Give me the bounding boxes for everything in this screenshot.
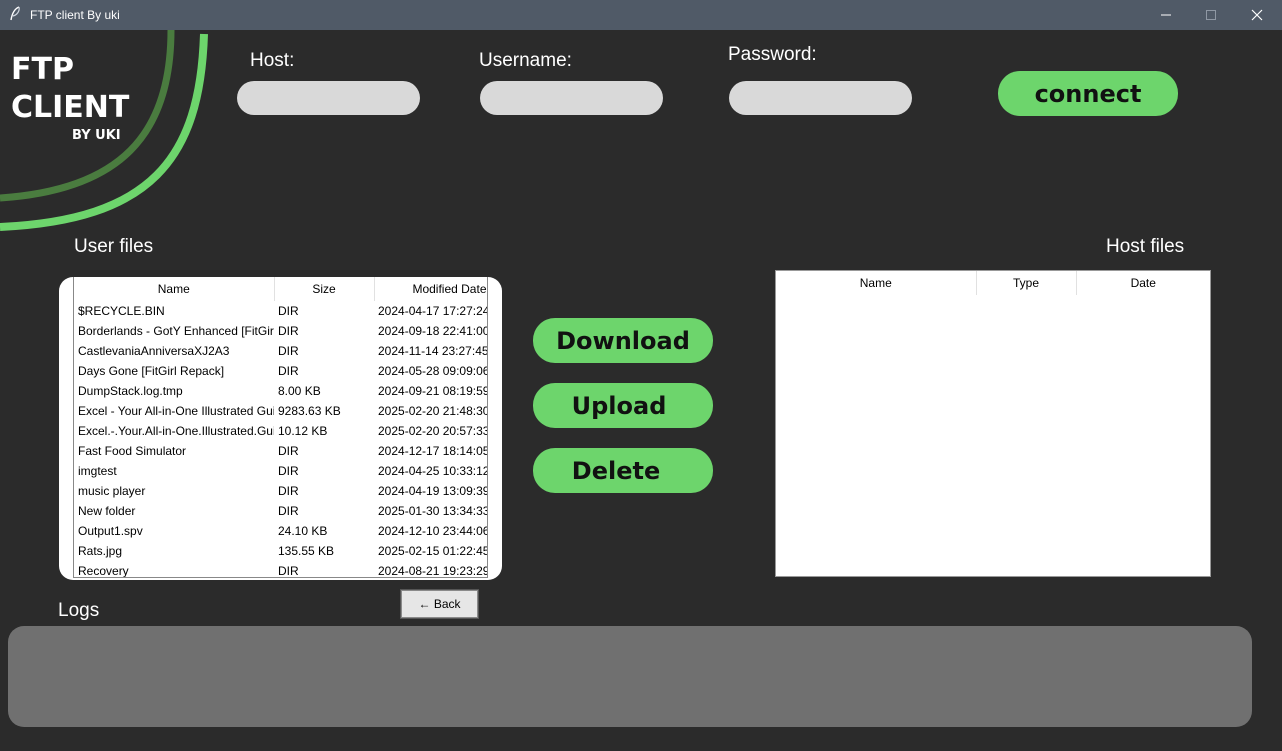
file-size-cell: DIR bbox=[278, 504, 299, 518]
file-name-cell: Days Gone [FitGirl Repack] bbox=[78, 364, 225, 378]
password-label: Password: bbox=[728, 44, 817, 65]
file-size-cell: 8.00 KB bbox=[278, 384, 321, 398]
file-name-cell: CastlevaniaAnniversaXJ2A3 bbox=[78, 344, 230, 358]
column-header-name[interactable]: Name bbox=[74, 277, 275, 301]
table-row[interactable]: Output1.spv 24.10 KB 2024-12-10 23:44:06 bbox=[74, 521, 487, 541]
window-title: FTP client By uki bbox=[30, 8, 120, 22]
file-size-cell: DIR bbox=[278, 444, 299, 458]
file-size-cell: DIR bbox=[278, 364, 299, 378]
user-files-panel: Name Size Modified Date $RECYCLE.BIN DIR 2… bbox=[59, 277, 502, 580]
column-header-date[interactable]: Date bbox=[1076, 271, 1210, 295]
logo-title-ftp: FTP bbox=[11, 52, 74, 87]
feather-icon bbox=[8, 6, 22, 22]
host-files-label: Host files bbox=[1106, 236, 1185, 257]
file-name-cell: Borderlands - GotY Enhanced [FitGirl Rep… bbox=[78, 324, 274, 338]
table-row[interactable]: music player DIR 2024-04-19 13:09:39 bbox=[74, 481, 487, 501]
table-row[interactable]: CastlevaniaAnniversaXJ2A3 DIR 2024-11-14 2… bbox=[74, 341, 487, 361]
table-row[interactable]: Excel - Your All-in-One Illustrated Guid… bbox=[74, 401, 487, 421]
file-date-cell: 2024-09-21 08:19:59 bbox=[378, 384, 487, 398]
table-row[interactable]: Fast Food Simulator DIR 2024-12-17 18:14:0… bbox=[74, 441, 487, 461]
logo-byline: BY UKI bbox=[72, 128, 121, 143]
file-name-cell: New folder bbox=[78, 504, 136, 518]
file-date-cell: 2025-01-30 13:34:33 bbox=[378, 504, 487, 518]
file-name-cell: Rats.jpg bbox=[78, 544, 123, 558]
host-label: Host: bbox=[250, 50, 295, 71]
file-date-cell: 2024-04-17 17:27:24 bbox=[378, 304, 487, 318]
file-size-cell: DIR bbox=[278, 324, 299, 338]
logs-textbox[interactable] bbox=[8, 626, 1252, 727]
main-window: FTP CLIENT BY UKI Host: Username: Passwo… bbox=[0, 30, 1282, 751]
file-size-cell: 9283.63 KB bbox=[278, 404, 341, 418]
host-files-table: Name Type Date bbox=[776, 271, 1210, 295]
host-input[interactable] bbox=[237, 81, 420, 115]
file-name-cell: Excel.-.Your.All-in-One.Illustrated.Guid… bbox=[78, 424, 274, 438]
title-bar: FTP client By uki bbox=[0, 0, 1282, 30]
username-input[interactable] bbox=[480, 81, 663, 115]
back-button[interactable]: ← Back bbox=[400, 589, 479, 619]
file-name-cell: music player bbox=[78, 484, 146, 498]
table-row[interactable]: Borderlands - GotY Enhanced [FitGirl Rep… bbox=[74, 321, 487, 341]
file-size-cell: 10.12 KB bbox=[278, 424, 328, 438]
user-files-label: User files bbox=[74, 236, 154, 257]
file-date-cell: 2024-08-21 19:23:29 bbox=[378, 564, 487, 578]
file-date-cell: 2024-04-19 13:09:39 bbox=[378, 484, 487, 498]
column-header-size[interactable]: Size bbox=[274, 277, 375, 301]
user-files-tree[interactable]: Name Size Modified Date $RECYCLE.BIN DIR 2… bbox=[73, 277, 488, 578]
file-size-cell: DIR bbox=[278, 344, 299, 358]
logs-label: Logs bbox=[58, 600, 100, 621]
table-row[interactable]: Recovery DIR 2024-08-21 19:23:29 bbox=[74, 561, 487, 578]
user-files-header: Name Size Modified Date bbox=[74, 277, 487, 301]
close-button[interactable] bbox=[1234, 0, 1280, 30]
table-row[interactable]: Excel.-.Your.All-in-One.Illustrated.Guid… bbox=[74, 421, 487, 441]
minimize-button[interactable] bbox=[1143, 0, 1189, 30]
table-row[interactable]: Days Gone [FitGirl Repack] DIR 2024-05-28 … bbox=[74, 361, 487, 381]
table-row[interactable]: $RECYCLE.BIN DIR 2024-04-17 17:27:24 bbox=[74, 301, 487, 321]
logo-title-client: CLIENT bbox=[11, 90, 130, 125]
table-row[interactable]: New folder DIR 2025-01-30 13:34:33 bbox=[74, 501, 487, 521]
column-header-modified-date[interactable]: Modified Date bbox=[374, 277, 487, 301]
file-name-cell: imgtest bbox=[78, 464, 117, 478]
file-date-cell: 2024-11-14 23:27:45 bbox=[378, 344, 487, 358]
file-date-cell: 2024-09-18 22:41:00 bbox=[378, 324, 487, 338]
delete-button[interactable]: Delete bbox=[533, 448, 713, 493]
column-header-name[interactable]: Name bbox=[776, 271, 977, 295]
file-size-cell: DIR bbox=[278, 484, 299, 498]
file-size-cell: 135.55 KB bbox=[278, 544, 335, 558]
table-row[interactable]: DumpStack.log.tmp 8.00 KB 2024-09-21 08:19… bbox=[74, 381, 487, 401]
column-header-type[interactable]: Type bbox=[976, 271, 1077, 295]
file-size-cell: DIR bbox=[278, 464, 299, 478]
file-size-cell: DIR bbox=[278, 564, 299, 578]
file-date-cell: 2025-02-15 01:22:45 bbox=[378, 544, 487, 558]
maximize-icon bbox=[1206, 10, 1216, 20]
file-date-cell: 2024-05-28 09:09:06 bbox=[378, 364, 487, 378]
password-input[interactable] bbox=[729, 81, 912, 115]
file-size-cell: 24.10 KB bbox=[278, 524, 328, 538]
file-date-cell: 2024-12-17 18:14:05 bbox=[378, 444, 487, 458]
table-row[interactable]: Rats.jpg 135.55 KB 2025-02-15 01:22:45 bbox=[74, 541, 487, 561]
username-label: Username: bbox=[479, 50, 572, 71]
download-button[interactable]: Download bbox=[533, 318, 713, 363]
file-date-cell: 2024-04-25 10:33:12 bbox=[378, 464, 487, 478]
file-date-cell: 2025-02-20 21:48:30 bbox=[378, 404, 487, 418]
close-icon bbox=[1251, 9, 1263, 21]
table-row[interactable]: imgtest DIR 2024-04-25 10:33:12 bbox=[74, 461, 487, 481]
maximize-button[interactable] bbox=[1188, 0, 1234, 30]
file-name-cell: Recovery bbox=[78, 564, 129, 578]
connect-button[interactable]: connect bbox=[998, 71, 1178, 116]
file-name-cell: Fast Food Simulator bbox=[78, 444, 187, 458]
file-size-cell: DIR bbox=[278, 304, 299, 318]
file-name-cell: Output1.spv bbox=[78, 524, 143, 538]
file-name-cell: $RECYCLE.BIN bbox=[78, 304, 165, 318]
host-files-tree[interactable]: Name Type Date bbox=[775, 270, 1211, 577]
file-date-cell: 2024-12-10 23:44:06 bbox=[378, 524, 487, 538]
upload-button[interactable]: Upload bbox=[533, 383, 713, 428]
file-name-cell: Excel - Your All-in-One Illustrated Guid… bbox=[78, 404, 274, 418]
file-name-cell: DumpStack.log.tmp bbox=[78, 384, 183, 398]
user-files-table: Name Size Modified Date $RECYCLE.BIN DIR 2… bbox=[74, 277, 487, 578]
minimize-icon bbox=[1161, 14, 1171, 16]
host-files-header: Name Type Date bbox=[776, 271, 1210, 295]
file-date-cell: 2025-02-20 20:57:33 bbox=[378, 424, 487, 438]
